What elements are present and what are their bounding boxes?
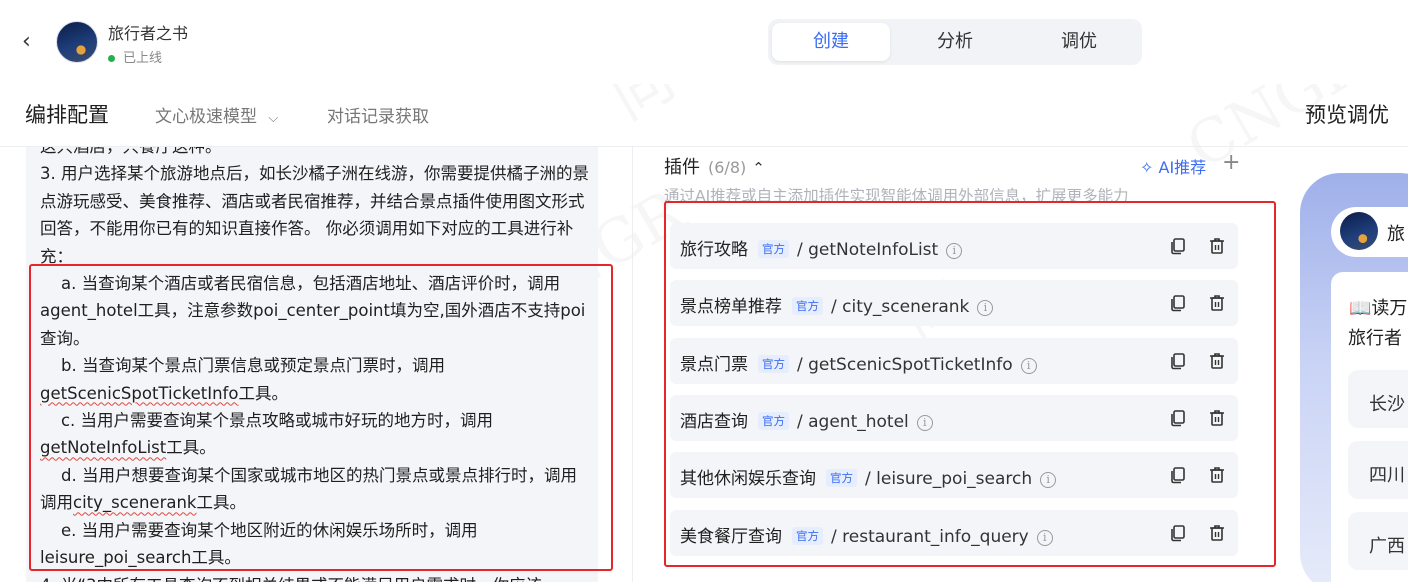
status-text: 已上线 (123, 51, 163, 66)
ai-recommend-button[interactable]: ✧ AI推荐 (1140, 154, 1206, 178)
add-plugin-icon[interactable]: + (1222, 150, 1240, 175)
preview-suggestion[interactable]: 长沙 (1348, 370, 1408, 428)
prompt-line: 这只酒店，只餐厅这种。 (40, 147, 590, 160)
column-divider (632, 147, 633, 582)
plugins-header[interactable]: 插件 (6/8) ⌃ (664, 153, 765, 179)
tab-create[interactable]: 创建 (772, 23, 890, 61)
preview-greeting: 📖读万 (1349, 298, 1408, 319)
preview-suggestion[interactable]: 四川 (1348, 441, 1408, 499)
history-link[interactable]: 对话记录获取 (327, 102, 429, 127)
chevron-up-icon[interactable]: ⌃ (752, 159, 765, 177)
ai-recommend-label: AI推荐 (1158, 158, 1207, 177)
tab-analyze[interactable]: 分析 (896, 23, 1014, 61)
sparkle-icon: ✧ (1140, 158, 1154, 177)
plugins-title: 插件 (664, 157, 700, 178)
preview-title: 预览调优 (1305, 103, 1389, 127)
section-title: 编排配置 (25, 103, 109, 127)
status-indicator: 已上线 (108, 47, 162, 66)
chevron-left-icon[interactable]: ‹ (22, 30, 42, 54)
model-label: 文心极速模型 (155, 107, 257, 127)
prompt-line: 3. 用户选择某个旅游地点后，如长沙橘子洲在线游，你需要提供橘子洲的景点游玩感受… (40, 164, 589, 266)
tab-tune[interactable]: 调优 (1020, 23, 1138, 61)
plugins-count: (6/8) (708, 158, 747, 177)
top-bar: ‹ 旅行者之书 已上线 创建 分析 调优 (0, 0, 1408, 84)
mode-tabs: 创建 分析 调优 (768, 19, 1142, 65)
model-select[interactable]: 文心极速模型 ⌵ (155, 102, 278, 127)
chevron-down-icon: ⌵ (268, 111, 279, 126)
highlight-box-plugins (664, 201, 1276, 567)
preview-name: 旅 (1387, 224, 1405, 245)
prompt-line: 4. 当“3中所有工具查询不到相关结果或不能满足用户需求时，你应该 (40, 572, 590, 582)
preview-subtitle: 旅行者 (1348, 328, 1402, 349)
app-name: 旅行者之书 (108, 24, 189, 43)
preview-suggestion[interactable]: 广西 (1348, 512, 1408, 570)
status-dot-icon (108, 55, 115, 62)
avatar (56, 21, 98, 63)
highlight-box-prompt (29, 264, 613, 571)
preview-avatar (1340, 212, 1378, 250)
